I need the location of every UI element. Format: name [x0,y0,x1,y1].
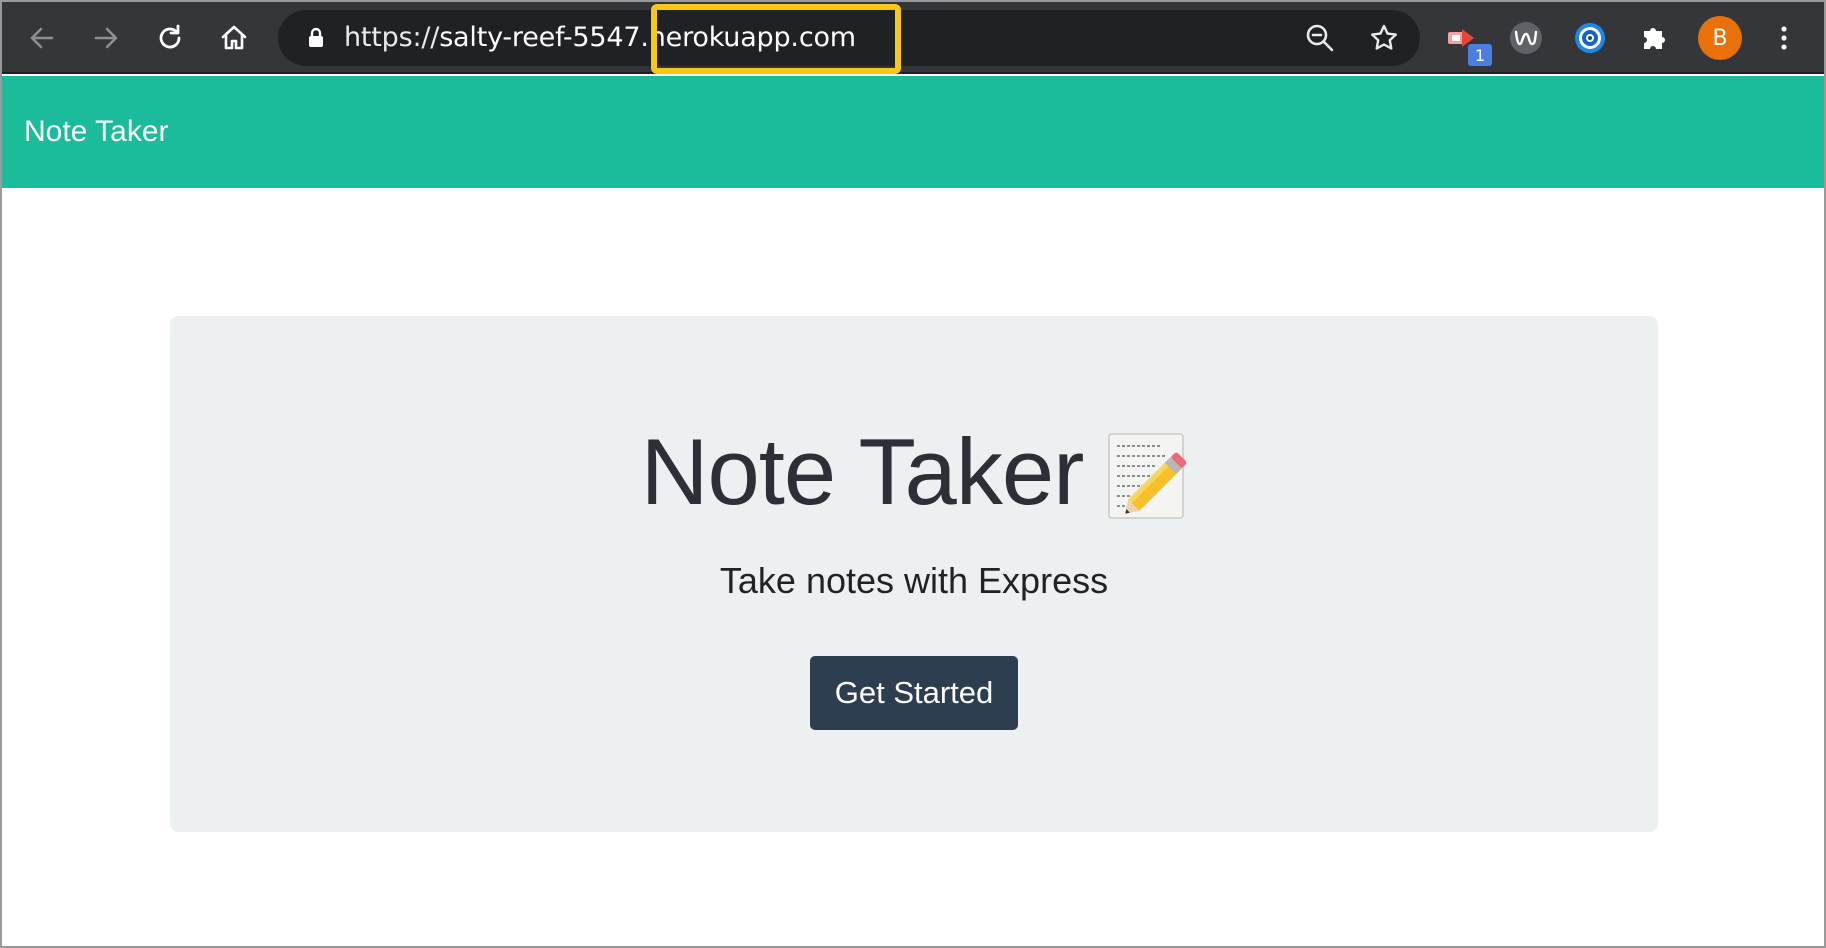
hero-jumbotron: Note Taker Take notes with Express Get S… [170,316,1658,832]
navbar-brand[interactable]: Note Taker [24,76,169,188]
extension-badge: 1 [1468,44,1492,66]
puzzle-icon[interactable] [1634,18,1674,58]
star-icon[interactable] [1364,18,1404,58]
w-extension-icon[interactable] [1506,18,1546,58]
browser-toolbar: https://salty-reef-5547.herokuapp.com 1 … [2,2,1824,74]
zoom-out-icon[interactable] [1300,18,1340,58]
hero-title-row: Note Taker [170,419,1658,524]
profile-avatar[interactable]: B [1698,16,1742,60]
url-host: salty-reef-5547 [439,22,641,53]
back-arrow-icon[interactable] [22,18,62,58]
get-started-button[interactable]: Get Started [810,656,1018,730]
home-icon[interactable] [214,18,254,58]
memo-icon [1108,433,1187,519]
reload-icon[interactable] [150,18,190,58]
forward-arrow-icon[interactable] [86,18,126,58]
url-highlight-annotation [651,4,901,74]
hero-subtitle: Take notes with Express [719,560,1109,601]
url-scheme: https:// [344,22,440,53]
more-vert-icon[interactable] [1764,18,1804,58]
target-extension-icon[interactable] [1570,18,1610,58]
page-title: Note Taker [640,419,1085,524]
browser-window: https://salty-reef-5547.herokuapp.com 1 … [0,0,1826,948]
lock-icon[interactable] [304,26,328,50]
page-navbar: Note Taker [2,76,1824,188]
